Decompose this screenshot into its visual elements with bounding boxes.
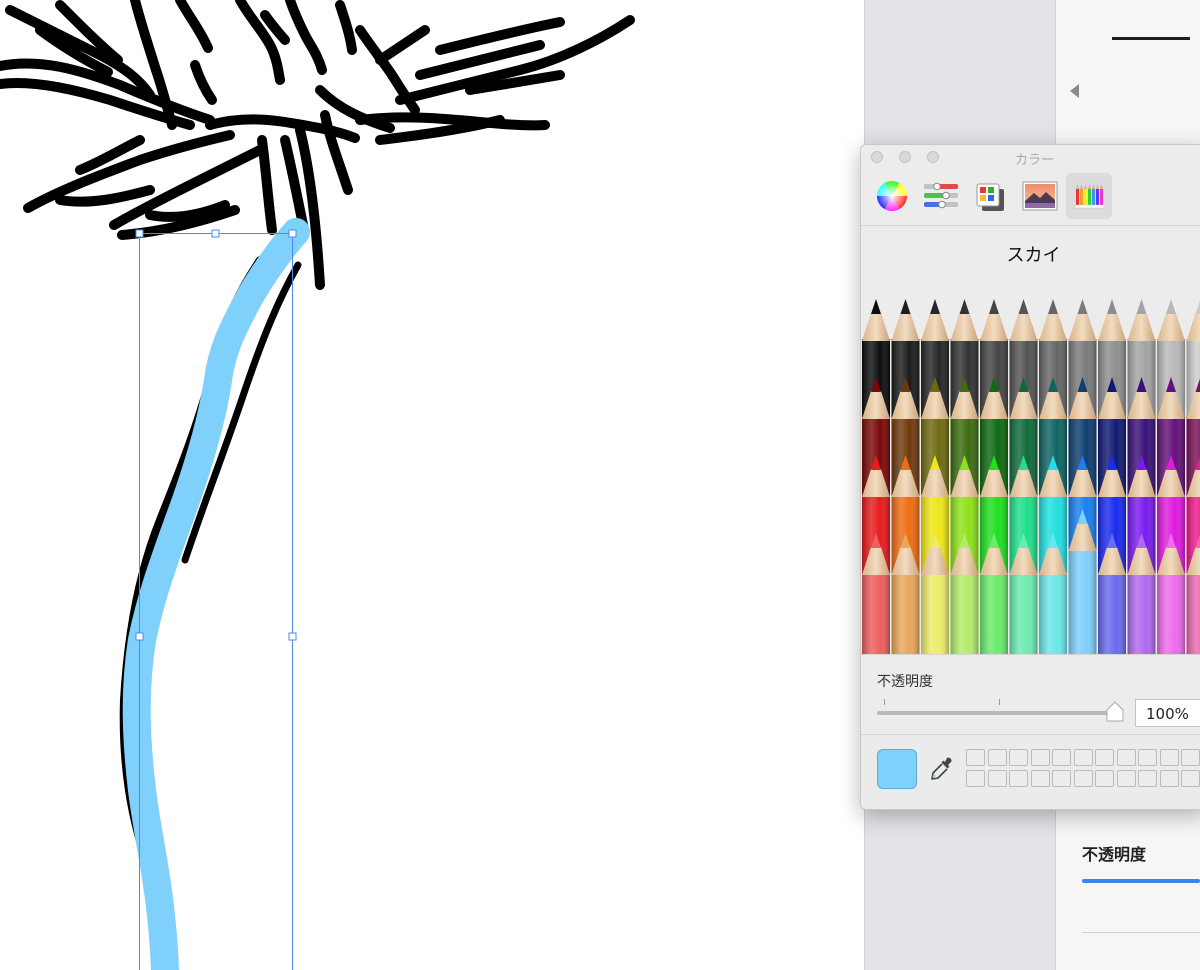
swatch-slot[interactable] (1052, 749, 1071, 766)
pencils-icon[interactable] (1066, 173, 1112, 219)
swatch-slot[interactable] (1095, 749, 1114, 766)
minimize-button[interactable] (899, 151, 911, 163)
slider-tick (999, 699, 1000, 705)
collapse-arrow-icon[interactable] (1070, 84, 1079, 98)
selection-handle[interactable] (135, 229, 144, 238)
eyedropper-icon[interactable] (929, 755, 955, 783)
panel-titlebar[interactable]: カラー (861, 145, 1200, 169)
swatch-slot[interactable] (1052, 770, 1071, 787)
panel-title: カラー (1015, 153, 1055, 168)
swatch-slot[interactable] (1095, 770, 1114, 787)
selection-handle[interactable] (288, 632, 297, 641)
opacity-value-field[interactable]: 100% (1135, 699, 1200, 727)
swatch-slot[interactable] (966, 770, 985, 787)
swatch-slot[interactable] (1116, 749, 1136, 766)
petal-stroke (55, 185, 155, 207)
swatch-slot[interactable] (1181, 770, 1200, 787)
zoom-button[interactable] (927, 151, 939, 163)
petal-stroke (175, 0, 213, 53)
swatch-slot[interactable] (1030, 749, 1050, 766)
swatch-slot[interactable] (1009, 770, 1028, 787)
swatch-slot[interactable] (987, 749, 1007, 766)
swatch-slot[interactable] (1181, 749, 1200, 766)
swatch-slot[interactable] (966, 749, 985, 766)
selection-handle[interactable] (135, 632, 144, 641)
blue-brush-stroke[interactable] (122, 218, 310, 970)
petal-stroke (235, 0, 285, 85)
swatch-slot[interactable] (1073, 749, 1093, 766)
swatch-slot[interactable] (987, 770, 1007, 787)
petal-stroke (375, 25, 430, 65)
divider (1082, 932, 1200, 933)
swatch-slot[interactable] (1073, 770, 1093, 787)
swatch-section (861, 734, 1200, 809)
color-wheel-icon[interactable] (869, 173, 915, 219)
opacity-label: 不透明度 (877, 674, 933, 690)
close-button[interactable] (871, 151, 883, 163)
current-color-well[interactable] (877, 749, 917, 789)
line-style-preview[interactable] (1112, 37, 1190, 40)
inspector-opacity-label: 不透明度 (1082, 845, 1147, 864)
swatch-slot[interactable] (1138, 749, 1157, 766)
color-panel: カラー スカイ 不透明度 100% (860, 144, 1200, 810)
inspector-opacity-slider[interactable] (1082, 879, 1200, 883)
swatch-slot[interactable] (1159, 749, 1179, 766)
selection-handle[interactable] (288, 229, 297, 238)
swatch-slot[interactable] (1009, 749, 1028, 766)
swatch-slot[interactable] (1159, 770, 1179, 787)
selection-handle[interactable] (211, 229, 220, 238)
opacity-section: 不透明度 100% (861, 654, 1200, 735)
selected-color-name: スカイ (1006, 245, 1061, 266)
slider-tick (884, 699, 885, 705)
color-mode-toolbar (861, 169, 1200, 226)
opacity-slider[interactable] (877, 711, 1115, 715)
drawing-canvas[interactable] (0, 0, 864, 970)
petal-stroke (257, 135, 277, 235)
color-palettes-icon[interactable] (967, 173, 1013, 219)
drawing-svg (0, 0, 635, 970)
pencils-svg (862, 299, 1200, 654)
petal-stroke (335, 0, 357, 55)
image-palettes-icon[interactable] (1017, 173, 1063, 219)
color-sliders-icon[interactable] (918, 173, 964, 219)
opacity-slider-thumb[interactable] (1105, 701, 1125, 723)
swatch-slot[interactable] (1030, 770, 1050, 787)
petal-stroke (285, 0, 327, 75)
petal-stroke (320, 110, 353, 195)
swatch-slot[interactable] (1138, 770, 1157, 787)
swatch-slot[interactable] (1116, 770, 1136, 787)
pencil-grid (861, 297, 1200, 654)
flower-ink-lines (0, 0, 635, 970)
petal-stroke (190, 60, 217, 105)
